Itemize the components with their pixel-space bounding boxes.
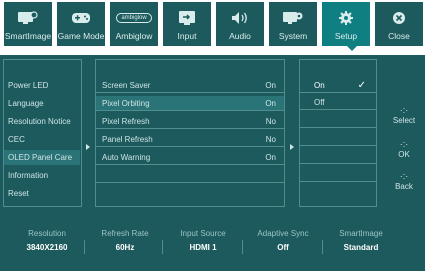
ambiglow-icon: ambiglow: [110, 8, 158, 28]
setting-value: No: [265, 135, 276, 144]
tab-close[interactable]: Close: [375, 2, 423, 46]
nav-back-label: Back: [395, 182, 413, 191]
tab-label: Input: [177, 31, 197, 41]
joystick-back-icon: ·:·: [399, 171, 409, 181]
tab-label: Ambiglow: [115, 31, 153, 41]
tab-label: Audio: [229, 31, 251, 41]
status-label-adaptive-sync: Adaptive Sync: [257, 229, 309, 238]
option-empty-row: [300, 114, 376, 128]
ambiglow-icon-text: ambiglow: [116, 13, 152, 23]
tab-setup[interactable]: Setup: [322, 2, 370, 46]
status-value-adaptive-sync: Off: [277, 243, 289, 252]
osd-panel: Power LED Language Resolution Notice CEC…: [0, 55, 425, 271]
option-label: On: [314, 81, 325, 90]
status-label-input-source: Input Source: [180, 229, 226, 238]
option-label: Off: [314, 98, 325, 107]
status-value-input-source: HDMI 1: [189, 243, 217, 252]
setting-panel-refresh[interactable]: Panel Refresh No: [96, 132, 284, 147]
left-menu-item-resolution-notice[interactable]: Resolution Notice: [4, 114, 80, 129]
status-label-smartimage: SmartImage: [339, 229, 383, 238]
left-menu-item-power-led[interactable]: Power LED: [4, 78, 80, 93]
chevron-right-icon: [86, 144, 90, 150]
smartimage-icon: [4, 8, 52, 28]
tab-label: Game Mode: [57, 31, 105, 41]
speaker-icon: [216, 8, 264, 28]
option-empty-row: [300, 168, 376, 182]
nav-select-label: Select: [392, 116, 416, 125]
option-empty-row: [300, 150, 376, 164]
status-divider: [162, 240, 163, 254]
setting-empty-row: [96, 186, 284, 201]
system-icon: [269, 8, 317, 28]
tab-label: Setup: [334, 31, 358, 41]
option-empty-row: [300, 132, 376, 146]
nav-ok[interactable]: ·:· OK: [388, 138, 420, 159]
tab-game-mode[interactable]: Game Mode: [57, 2, 105, 46]
setting-value: No: [265, 117, 276, 126]
gear-icon: [322, 8, 370, 28]
setting-value: On: [265, 81, 276, 90]
tab-label: SmartImage: [4, 31, 52, 41]
nav-ok-label: OK: [398, 150, 410, 159]
status-label-refresh-rate: Refresh Rate: [101, 229, 149, 238]
status-divider: [322, 240, 323, 254]
setting-label: Pixel Orbiting: [102, 99, 150, 108]
tab-label: Close: [388, 31, 410, 41]
tab-system[interactable]: System: [269, 2, 317, 46]
setting-pixel-orbiting[interactable]: Pixel Orbiting On: [96, 96, 284, 111]
tab-input[interactable]: Input: [163, 2, 211, 46]
setting-label: Panel Refresh: [102, 135, 153, 144]
setting-label: Auto Warning: [102, 153, 151, 162]
status-divider: [242, 240, 243, 254]
tab-smartimage[interactable]: SmartImage: [4, 2, 52, 46]
setting-empty-row: [96, 168, 284, 183]
setting-value: On: [265, 153, 276, 162]
option-on[interactable]: On ✓: [300, 79, 376, 93]
left-menu-item-language[interactable]: Language: [4, 96, 80, 111]
joystick-select-icon: ·:·: [399, 105, 409, 115]
setting-screen-saver[interactable]: Screen Saver On: [96, 78, 284, 93]
left-menu-item-information[interactable]: Information: [4, 168, 80, 183]
status-divider: [84, 240, 85, 254]
status-value-smartimage: Standard: [343, 243, 379, 252]
tab-label: System: [278, 31, 308, 41]
close-icon: [375, 8, 423, 28]
gamepad-icon: [57, 8, 105, 28]
nav-select[interactable]: ·:· Select: [388, 104, 420, 125]
input-icon: [163, 8, 211, 28]
nav-back[interactable]: ·:· Back: [388, 170, 420, 191]
setting-auto-warning[interactable]: Auto Warning On: [96, 150, 284, 165]
setting-label: Screen Saver: [102, 81, 151, 90]
left-menu-item-cec[interactable]: CEC: [4, 132, 80, 147]
left-menu-item-reset[interactable]: Reset: [4, 186, 80, 201]
joystick-ok-icon: ·:·: [399, 139, 409, 149]
setting-value: On: [265, 99, 276, 108]
active-tab-indicator: [347, 46, 357, 51]
top-menu-bar: SmartImage Game Mode ambiglow Ambiglow I…: [0, 0, 425, 51]
option-off[interactable]: Off: [300, 96, 376, 110]
setting-label: Pixel Refresh: [102, 117, 150, 126]
left-menu-item-oled-panel-care[interactable]: OLED Panel Care: [4, 150, 80, 165]
chevron-right-icon: [290, 144, 294, 150]
status-label-resolution: Resolution: [28, 229, 66, 238]
status-value-refresh-rate: 60Hz: [115, 243, 135, 252]
tab-audio[interactable]: Audio: [216, 2, 264, 46]
tab-ambiglow[interactable]: ambiglow Ambiglow: [110, 2, 158, 46]
status-value-resolution: 3840X2160: [26, 243, 68, 252]
checkmark-icon: ✓: [357, 80, 366, 91]
setting-pixel-refresh[interactable]: Pixel Refresh No: [96, 114, 284, 129]
